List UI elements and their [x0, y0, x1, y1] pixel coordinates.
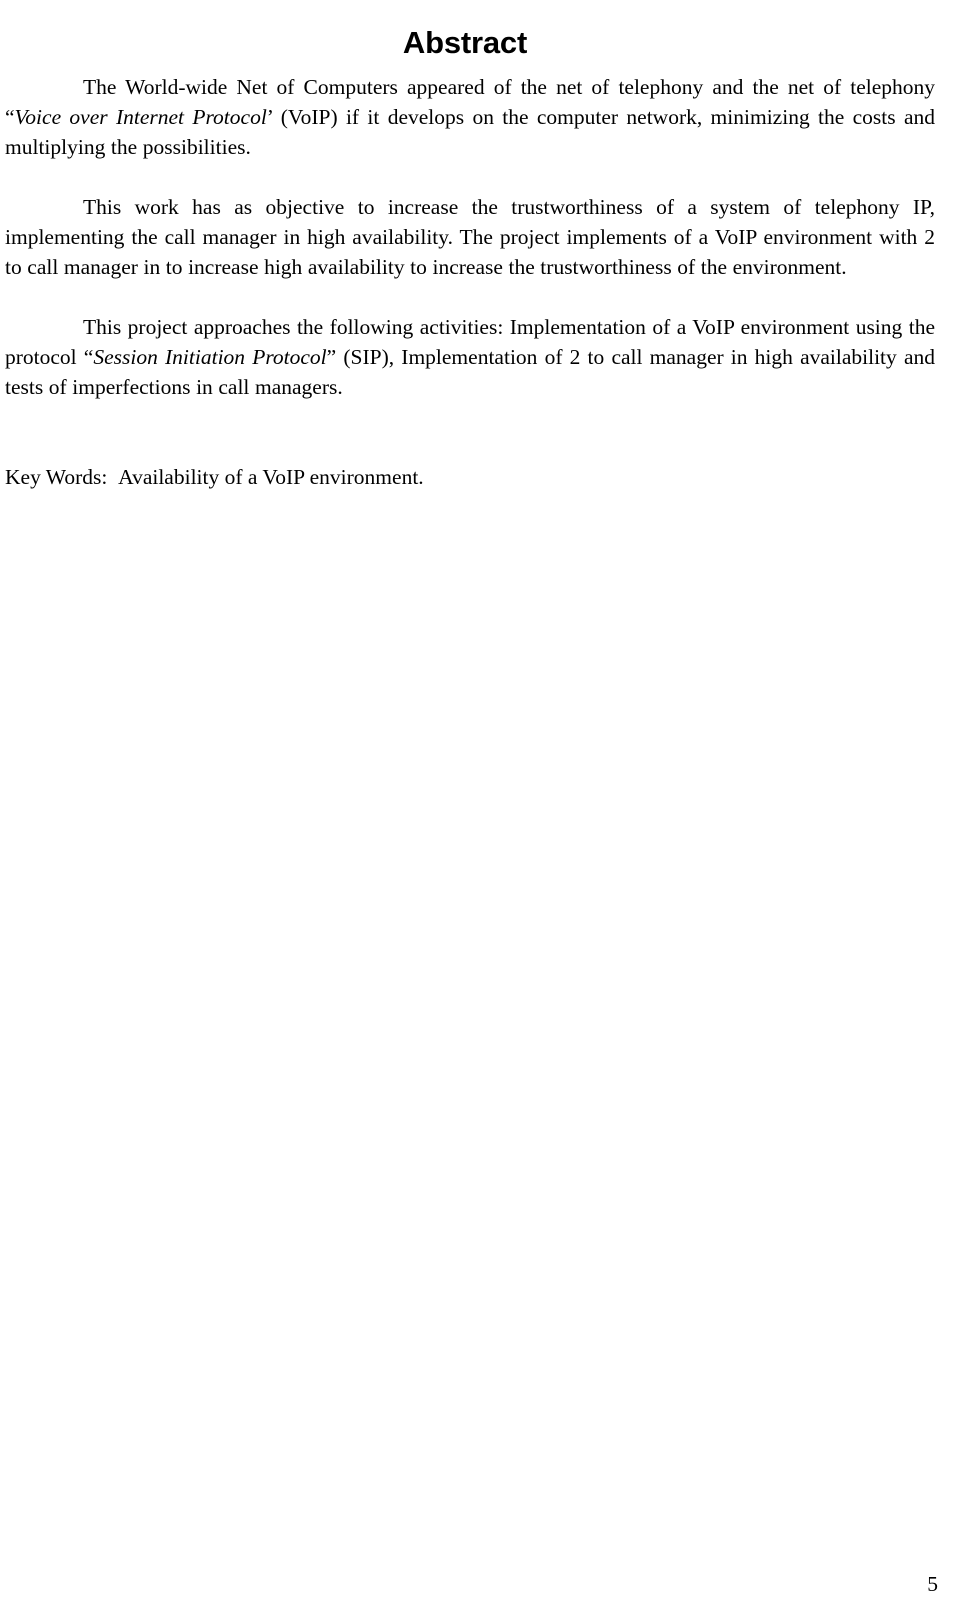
document-page: Abstract The World-wide Net of Computers… — [0, 0, 960, 1614]
page-title: Abstract — [402, 24, 528, 60]
paragraph-2-segment-1: This work has as objective to increase t… — [5, 195, 935, 279]
keywords-line: Key Words: Availability of a VoIP enviro… — [5, 462, 935, 492]
keywords-spacer — [5, 432, 935, 462]
abstract-body: The World-wide Net of Computers appeared… — [5, 72, 935, 492]
paragraph-3-italic-term: Session Initiation Protocol — [93, 345, 327, 369]
paragraph-3: This project approaches the following ac… — [5, 312, 935, 402]
paragraph-1-italic-term: Voice over Internet Protocol — [14, 105, 267, 129]
page-number: 5 — [927, 1572, 938, 1596]
paragraph-1: The World-wide Net of Computers appeared… — [5, 72, 935, 162]
keywords-label: Key Words: — [5, 465, 108, 489]
paragraph-2: This work has as objective to increase t… — [5, 192, 935, 282]
keywords-value: Availability of a VoIP environment. — [118, 465, 424, 489]
